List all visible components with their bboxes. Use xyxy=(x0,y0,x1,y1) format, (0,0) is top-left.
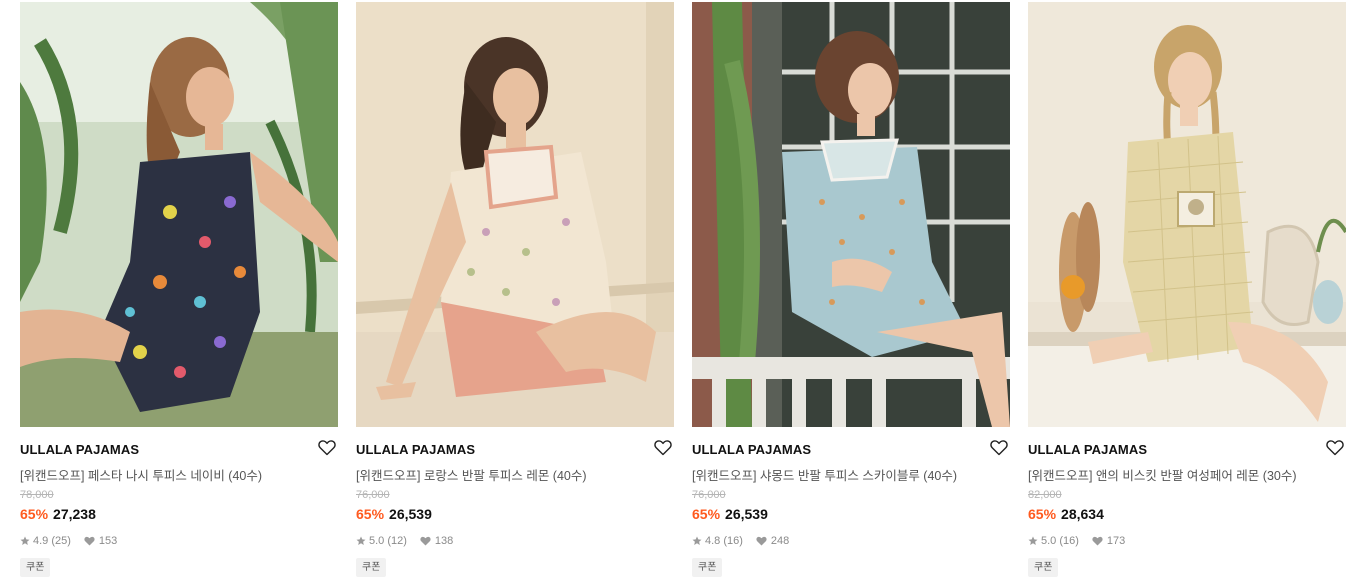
original-price: 76,000 xyxy=(692,489,726,501)
wishlist-heart-icon[interactable] xyxy=(990,439,1008,456)
product-card[interactable]: ULLALA PAJAMAS [위캔드오프] 페스타 나시 투피스 네이비 (4… xyxy=(20,0,338,584)
original-price: 76,000 xyxy=(356,489,390,501)
product-photo[interactable] xyxy=(356,2,674,427)
rating-text: 4.9 (25) xyxy=(33,535,71,547)
price-row: 65% 28,634 xyxy=(1028,506,1104,522)
product-card[interactable]: ULLALA PAJAMAS [위캔드오프] 로랑스 반팔 투피스 레몬 (40… xyxy=(356,0,674,584)
coupon-badge: 쿠폰 xyxy=(356,558,387,577)
price-row: 65% 26,539 xyxy=(692,506,768,522)
price-row: 65% 26,539 xyxy=(356,506,432,522)
discount-rate: 65% xyxy=(692,506,721,522)
coupon-badge: 쿠폰 xyxy=(20,558,51,577)
like-count: 153 xyxy=(98,535,118,547)
product-image-model-skyblue xyxy=(692,2,1010,427)
product-card[interactable]: ULLALA PAJAMAS [위캔드오프] 앤의 비스킷 반팔 여성페어 레몬… xyxy=(1028,0,1346,584)
heart-filled-icon xyxy=(756,536,767,546)
product-image-model-lemon-floral xyxy=(356,2,674,427)
wishlist-heart-icon[interactable] xyxy=(654,439,672,456)
like-count: 138 xyxy=(434,535,454,547)
review-meta: 4.9 (25) 153 xyxy=(20,535,117,547)
coupon-badge: 쿠폰 xyxy=(692,558,723,577)
original-price: 82,000 xyxy=(1028,489,1062,501)
discount-rate: 65% xyxy=(1028,506,1057,522)
review-meta: 5.0 (12) 138 xyxy=(356,535,453,547)
product-grid: ULLALA PAJAMAS [위캔드오프] 페스타 나시 투피스 네이비 (4… xyxy=(0,0,1352,584)
price-row: 65% 27,238 xyxy=(20,506,96,522)
product-card[interactable]: ULLALA PAJAMAS [위캔드오프] 샤몽드 반팔 투피스 스카이블루 … xyxy=(692,0,1010,584)
heart-filled-icon xyxy=(84,536,95,546)
like-count: 173 xyxy=(1106,535,1126,547)
heart-filled-icon xyxy=(1092,536,1103,546)
product-image-model-lemon-gingham xyxy=(1028,2,1346,427)
discount-rate: 65% xyxy=(20,506,49,522)
star-icon xyxy=(356,536,366,545)
product-brand[interactable]: ULLALA PAJAMAS xyxy=(1028,442,1147,457)
product-title[interactable]: [위캔드오프] 샤몽드 반팔 투피스 스카이블루 (40수) xyxy=(692,465,957,484)
rating-text: 4.8 (16) xyxy=(705,535,743,547)
sale-price: 26,539 xyxy=(725,506,768,522)
like-count: 248 xyxy=(770,535,790,547)
original-price: 78,000 xyxy=(20,489,54,501)
coupon-badge: 쿠폰 xyxy=(1028,558,1059,577)
product-brand[interactable]: ULLALA PAJAMAS xyxy=(692,442,811,457)
product-photo[interactable] xyxy=(692,2,1010,427)
product-title[interactable]: [위캔드오프] 앤의 비스킷 반팔 여성페어 레몬 (30수) xyxy=(1028,465,1297,484)
wishlist-heart-icon[interactable] xyxy=(1326,439,1344,456)
star-icon xyxy=(1028,536,1038,545)
star-icon xyxy=(20,536,30,545)
product-photo[interactable] xyxy=(1028,2,1346,427)
wishlist-heart-icon[interactable] xyxy=(318,439,336,456)
sale-price: 28,634 xyxy=(1061,506,1104,522)
discount-rate: 65% xyxy=(356,506,385,522)
product-photo[interactable] xyxy=(20,2,338,427)
sale-price: 26,539 xyxy=(389,506,432,522)
star-icon xyxy=(692,536,702,545)
product-brand[interactable]: ULLALA PAJAMAS xyxy=(356,442,475,457)
rating-text: 5.0 (16) xyxy=(1041,535,1079,547)
rating-text: 5.0 (12) xyxy=(369,535,407,547)
sale-price: 27,238 xyxy=(53,506,96,522)
product-brand[interactable]: ULLALA PAJAMAS xyxy=(20,442,139,457)
heart-filled-icon xyxy=(420,536,431,546)
product-title[interactable]: [위캔드오프] 로랑스 반팔 투피스 레몬 (40수) xyxy=(356,465,587,484)
product-image-model-navy-floral xyxy=(20,2,338,427)
product-title[interactable]: [위캔드오프] 페스타 나시 투피스 네이비 (40수) xyxy=(20,465,262,484)
review-meta: 5.0 (16) 173 xyxy=(1028,535,1125,547)
review-meta: 4.8 (16) 248 xyxy=(692,535,789,547)
